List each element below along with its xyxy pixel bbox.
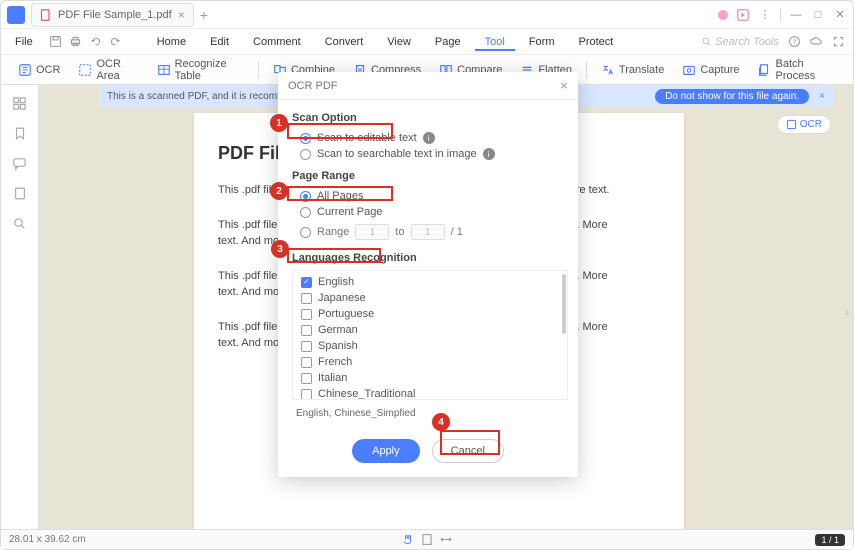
- radio-range[interactable]: Range to / 1: [292, 220, 568, 244]
- ocr-dialog: OCR PDF × Scan Option Scan to editable t…: [278, 72, 578, 477]
- language-option[interactable]: Spanish: [293, 338, 567, 354]
- checkbox-icon: [301, 373, 312, 384]
- language-option[interactable]: Italian: [293, 370, 567, 386]
- radio-icon: [300, 227, 311, 238]
- annotation-callout-3: 3: [271, 240, 289, 258]
- section-scan-option: Scan Option: [292, 112, 568, 124]
- radio-scan-editable[interactable]: Scan to editable text i: [292, 130, 568, 146]
- section-page-range: Page Range: [292, 170, 568, 182]
- language-label: Portuguese: [318, 308, 374, 320]
- checkbox-icon: ✓: [301, 277, 312, 288]
- annotation-callout-4: 4: [432, 413, 450, 431]
- radio-icon: [300, 149, 311, 160]
- language-label: French: [318, 356, 352, 368]
- checkbox-icon: [301, 293, 312, 304]
- language-option[interactable]: ✓ English: [293, 274, 567, 290]
- checkbox-icon: [301, 357, 312, 368]
- info-icon[interactable]: i: [423, 132, 435, 144]
- cancel-button[interactable]: Cancel: [432, 439, 504, 463]
- language-label: Chinese_Traditional: [318, 388, 415, 400]
- checkbox-icon: [301, 325, 312, 336]
- range-to-input[interactable]: [411, 224, 445, 240]
- language-label: German: [318, 324, 358, 336]
- range-from-input[interactable]: [355, 224, 389, 240]
- language-option[interactable]: German: [293, 322, 567, 338]
- languages-list[interactable]: ✓ English Japanese Portuguese German Spanish F…: [292, 270, 568, 400]
- info-icon[interactable]: i: [483, 148, 495, 160]
- language-label: Spanish: [318, 340, 358, 352]
- radio-icon: [300, 207, 311, 218]
- annotation-callout-2: 2: [270, 182, 288, 200]
- dialog-close-icon[interactable]: ×: [560, 78, 568, 93]
- language-label: Japanese: [318, 292, 366, 304]
- section-languages: Languages Recognition: [292, 252, 568, 264]
- radio-current-page[interactable]: Current Page: [292, 204, 568, 220]
- language-option[interactable]: Japanese: [293, 290, 567, 306]
- radio-scan-searchable[interactable]: Scan to searchable text in image i: [292, 146, 568, 162]
- language-option[interactable]: Chinese_Traditional: [293, 386, 567, 400]
- scrollbar-thumb[interactable]: [562, 274, 566, 334]
- dialog-backdrop: OCR PDF × Scan Option Scan to editable t…: [0, 0, 854, 550]
- radio-icon: [300, 133, 311, 144]
- apply-button[interactable]: Apply: [352, 439, 420, 463]
- checkbox-icon: [301, 341, 312, 352]
- language-option[interactable]: French: [293, 354, 567, 370]
- checkbox-icon: [301, 309, 312, 320]
- checkbox-icon: [301, 389, 312, 400]
- language-label: Italian: [318, 372, 347, 384]
- dialog-header: OCR PDF ×: [278, 72, 578, 100]
- language-option[interactable]: Portuguese: [293, 306, 567, 322]
- language-label: English: [318, 276, 354, 288]
- radio-all-pages[interactable]: All Pages: [292, 188, 568, 204]
- selected-languages: English, Chinese_Simpfied: [292, 404, 568, 423]
- radio-icon: [300, 191, 311, 202]
- annotation-callout-1: 1: [270, 114, 288, 132]
- dialog-title: OCR PDF: [288, 80, 338, 92]
